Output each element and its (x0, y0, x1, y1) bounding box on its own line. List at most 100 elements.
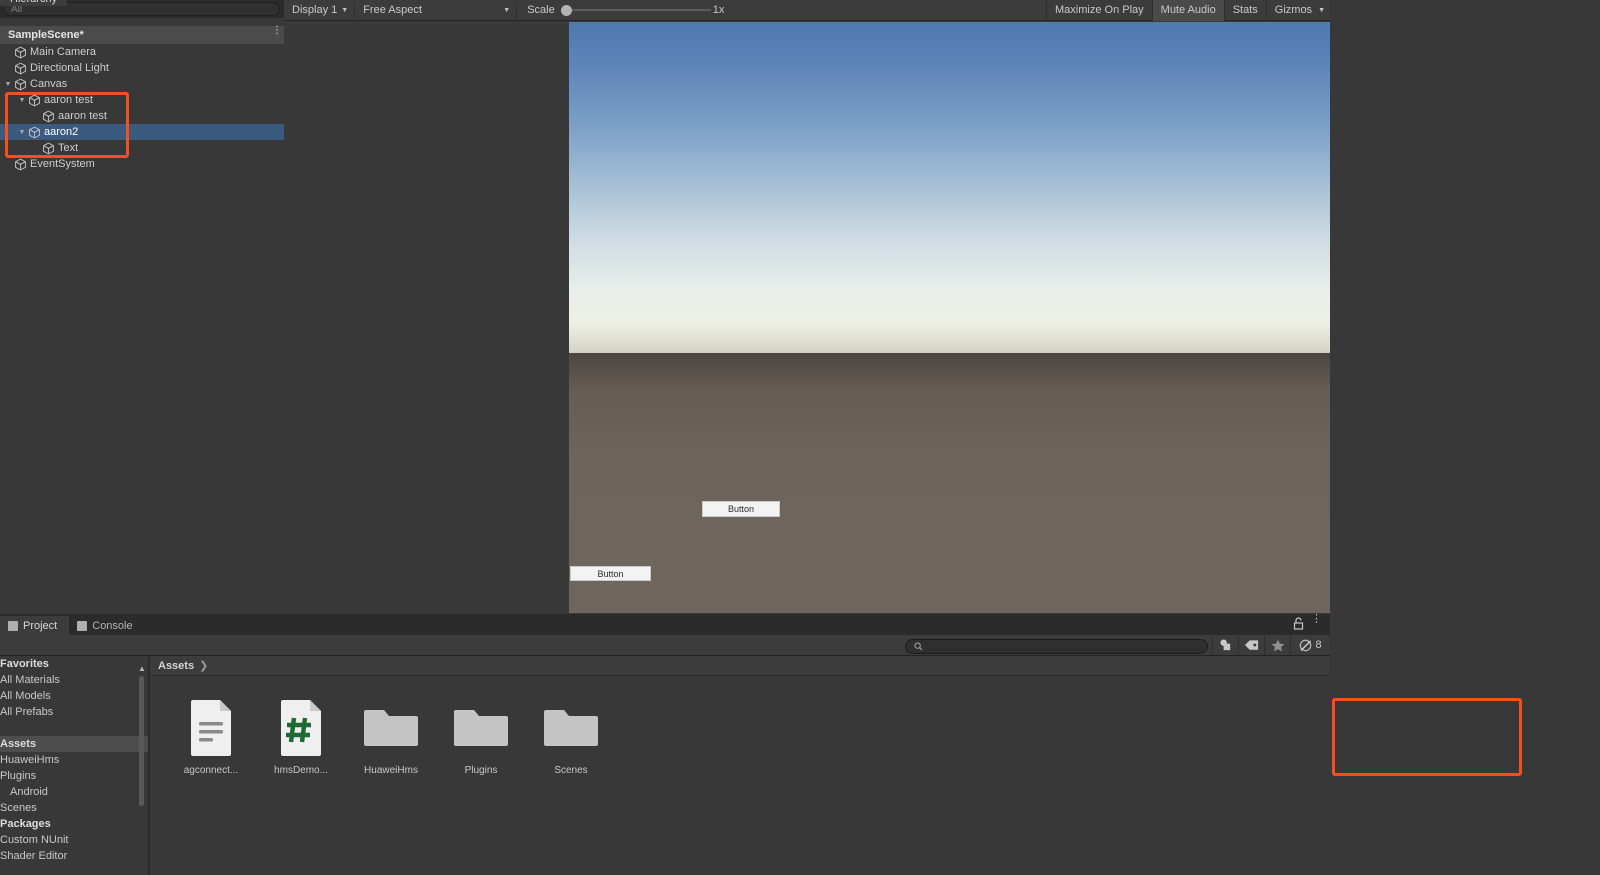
hierarchy-item-aaron-test[interactable]: aaron test (0, 108, 284, 124)
scene-options-kebab-icon[interactable]: ⋮ (272, 26, 282, 36)
hierarchy-item-label: EventSystem (30, 158, 95, 170)
csharp-script-icon (274, 696, 328, 758)
scroll-up-arrow-icon[interactable]: ▲ (138, 664, 146, 673)
scale-slider-knob[interactable] (560, 4, 572, 16)
hierarchy-item-main-camera[interactable]: Main Camera (0, 44, 284, 60)
project-tree-item-scenes[interactable]: Scenes (0, 800, 148, 816)
asset-item[interactable]: agconnect... (176, 696, 246, 875)
stats-button[interactable]: Stats (1223, 0, 1266, 21)
project-tree-item-custom-nunit[interactable]: Custom NUnit (0, 832, 148, 848)
gameobject-cube-icon (42, 142, 55, 155)
chevron-right-icon: ❯ (199, 660, 209, 672)
gameobject-cube-icon (14, 62, 27, 75)
project-tree-item-label: Assets (0, 738, 37, 750)
document-file-icon (184, 696, 238, 758)
scale-value: 1x (712, 4, 725, 16)
project-search-input[interactable] (905, 639, 1208, 654)
foldout-triangle-icon[interactable]: ▼ (16, 97, 28, 104)
gameobject-cube-icon (28, 126, 41, 139)
favorites-button[interactable] (1264, 634, 1290, 656)
chevron-down-icon: ▼ (503, 6, 511, 14)
tab-hierarchy[interactable]: Hierarchy (0, 0, 68, 6)
hierarchy-item-label: aaron2 (44, 126, 79, 138)
gameobject-cube-icon (14, 158, 27, 171)
project-tree-spacer (0, 720, 148, 736)
gizmos-button[interactable]: Gizmos (1265, 0, 1316, 21)
project-tree-item-assets[interactable]: Assets (0, 736, 148, 752)
hierarchy-scene-row[interactable]: SampleScene* ⋮ (0, 26, 284, 44)
hierarchy-item-aaron2[interactable]: ▼ aaron2 (0, 124, 284, 140)
panel-options-kebab-icon[interactable]: ⋮ (1311, 614, 1322, 625)
maximize-on-play-button[interactable]: Maximize On Play (1046, 0, 1152, 21)
hierarchy-panel: All SampleScene* ⋮ Main Camera Directiona… (0, 0, 284, 614)
filter-by-type-button[interactable] (1212, 634, 1238, 656)
project-tree-item-shader-editor[interactable]: Shader Editor (0, 848, 148, 864)
project-tree-scrollbar-thumb[interactable] (139, 676, 144, 806)
scale-label: Scale (527, 4, 555, 16)
chevron-down-icon: ▼ (1318, 6, 1325, 14)
project-tab-icon (8, 620, 18, 631)
project-tree-item-label: Plugins (0, 770, 37, 782)
project-tree-item-android[interactable]: Android (0, 784, 148, 800)
tab-project[interactable]: Project (0, 616, 70, 635)
foldout-triangle-icon[interactable]: ▼ (2, 81, 14, 88)
gameobject-cube-icon (14, 78, 27, 91)
gizmos-dropdown-arrow[interactable]: ▼ (1316, 0, 1330, 21)
folder-icon (544, 696, 598, 758)
tab-console[interactable]: Console (69, 616, 145, 635)
project-tree-item-huaweihms[interactable]: HuaweiHms (0, 752, 148, 768)
project-tree-item-packages[interactable]: Packages (0, 816, 148, 832)
game-button-0[interactable]: Button (702, 501, 780, 517)
project-tree-item-all-materials[interactable]: All Materials (0, 672, 148, 688)
asset-item[interactable]: Plugins (446, 696, 516, 875)
gameview-panel: Button Button (284, 0, 1600, 614)
project-tree-item-all-models[interactable]: All Models (0, 688, 148, 704)
foldout-triangle-icon[interactable]: ▼ (16, 129, 28, 136)
lock-icon[interactable] (1293, 617, 1304, 633)
project-toolbar: 8 (0, 634, 1330, 656)
search-icon (914, 642, 923, 651)
asset-grid: agconnect... hmsDemo... HuaweiHms Plugins Sc… (150, 676, 1330, 875)
filter-by-label-button[interactable] (1238, 634, 1264, 656)
display-dropdown[interactable]: Display 1 ▼ (286, 1, 356, 19)
project-tree-item-label: Scenes (0, 802, 37, 814)
hierarchy-item-text[interactable]: Text (0, 140, 284, 156)
hierarchy-scrollbar[interactable] (276, 44, 283, 604)
mute-audio-button[interactable]: Mute Audio (1151, 0, 1224, 21)
star-icon (1271, 639, 1284, 651)
project-tree-item-plugins[interactable]: Plugins (0, 768, 148, 784)
chevron-down-icon: ▼ (341, 6, 349, 14)
label-tag-icon (1244, 640, 1259, 650)
scale-slider-track (568, 9, 711, 11)
error-count-button[interactable]: 8 (1290, 634, 1330, 656)
display-dropdown-label: Display 1 (292, 4, 338, 16)
game-button-1[interactable]: Button (570, 566, 651, 581)
error-count-label: 8 (1315, 639, 1322, 651)
gameview-toolbar: Display 1 ▼ Free Aspect ▼ Scale 1x Maxim… (284, 0, 1330, 21)
asset-item[interactable]: HuaweiHms (356, 696, 426, 875)
project-tree-item-label: Android (10, 786, 48, 798)
hierarchy-item-eventsystem[interactable]: EventSystem (0, 156, 284, 172)
project-tree-item-all-prefabs[interactable]: All Prefabs (0, 704, 148, 720)
asset-name-label: agconnect... (183, 765, 239, 776)
game-button-label: Button (597, 568, 624, 579)
hierarchy-item-aaron-test[interactable]: ▼ aaron test (0, 92, 284, 108)
project-tree-scrollbar[interactable]: ▲ (138, 664, 146, 814)
hierarchy-item-label: Main Camera (30, 46, 97, 58)
folder-icon (364, 696, 418, 758)
aspect-dropdown[interactable]: Free Aspect ▼ (357, 1, 518, 19)
scale-slider[interactable] (560, 3, 711, 17)
tab-label: Console (92, 619, 133, 632)
asset-item[interactable]: Scenes (536, 696, 606, 875)
aspect-dropdown-label: Free Aspect (363, 4, 422, 16)
scene-name: SampleScene* (8, 29, 84, 41)
asset-name-label: Scenes (554, 765, 588, 776)
hierarchy-item-canvas[interactable]: ▼ Canvas (0, 76, 284, 92)
breadcrumb-assets[interactable]: Assets (158, 660, 194, 672)
gameobject-cube-icon (28, 94, 41, 107)
project-tree-item-label: All Models (0, 690, 51, 702)
asset-item[interactable]: hmsDemo... (266, 696, 336, 875)
project-tree-item-label: Packages (0, 818, 51, 830)
hierarchy-item-directional-light[interactable]: Directional Light (0, 60, 284, 76)
project-tree-item-favorites[interactable]: Favorites (0, 656, 148, 672)
